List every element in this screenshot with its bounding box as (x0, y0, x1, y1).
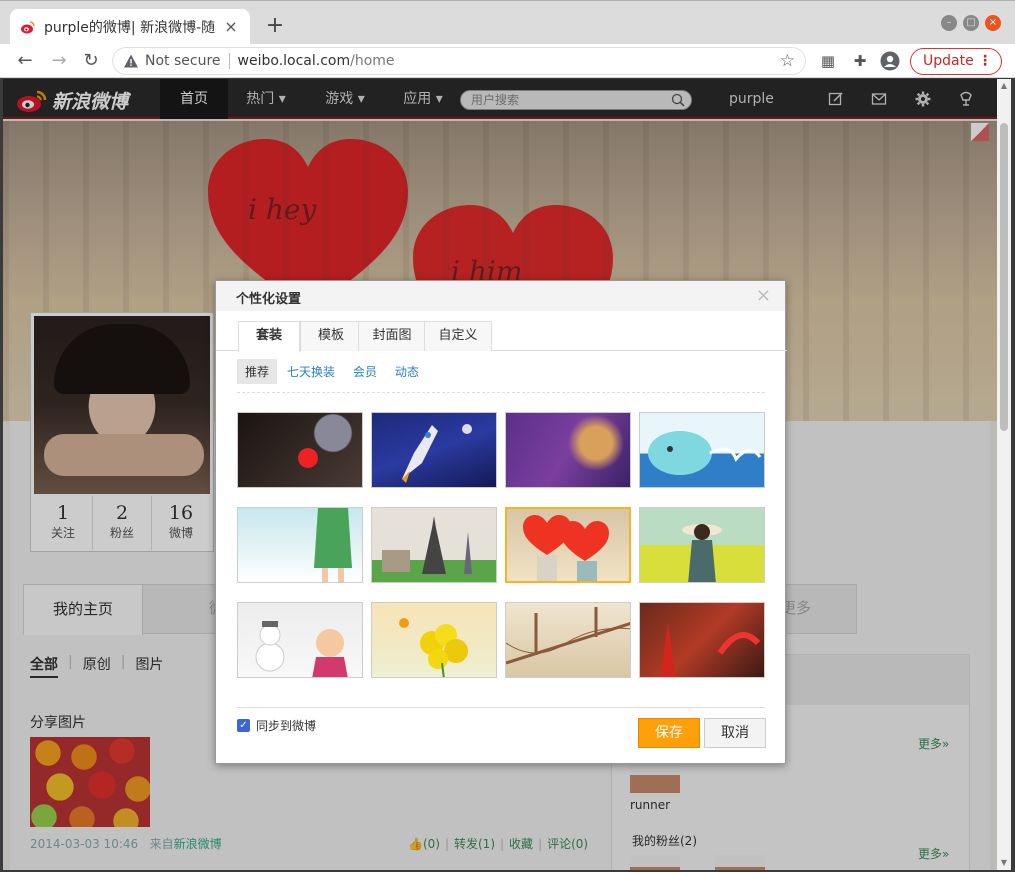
page-scrollbar[interactable]: ▲ ▼ (997, 79, 1011, 870)
theme-thumb-hearts-selected[interactable] (505, 507, 631, 583)
scroll-thumb[interactable] (1000, 123, 1008, 431)
scroll-up-icon[interactable]: ▲ (999, 81, 1009, 91)
warning-icon (124, 54, 138, 68)
subtab-member[interactable]: 会员 (345, 359, 385, 384)
sync-option[interactable]: ✓ 同步到微博 (237, 717, 316, 734)
page-viewport: 新浪微博 首页 热门 ▾ 游戏 ▾ 应用 ▾ 用户搜索 purple i hey… (3, 79, 997, 870)
subtab-recommended[interactable]: 推荐 (237, 359, 278, 384)
dress-figure (314, 508, 352, 582)
url-text[interactable]: weibo.local.com/home (238, 53, 780, 69)
dialog-tabs: 套装 模板 封面图 自定义 (216, 321, 787, 352)
subtab-animated[interactable]: 动态 (387, 359, 427, 384)
dialog-subtabs: 推荐 七天换装 会员 动态 (237, 359, 429, 384)
sync-label: 同步到微博 (256, 719, 317, 733)
tab-custom[interactable]: 自定义 (424, 321, 492, 351)
window-close-icon[interactable]: × (985, 15, 1001, 31)
bridge-icon (506, 607, 630, 665)
hearts-icon (523, 515, 609, 581)
url-host: weibo.local.com (237, 53, 351, 69)
theme-thumb-sunhat[interactable] (639, 507, 765, 583)
tab-title: purple的微博| 新浪微博-随 (44, 20, 216, 36)
theme-thumb-red-interior[interactable] (639, 602, 765, 678)
extensions-puzzle-icon[interactable]: ✚ (850, 51, 870, 71)
theme-thumb-rapeseed[interactable] (371, 602, 497, 678)
bookmark-star-icon[interactable]: ☆ (780, 51, 795, 71)
new-tab-button[interactable]: + (262, 14, 288, 40)
dialog-title: 个性化设置 (236, 292, 302, 307)
theme-thumb-purple-lights[interactable] (505, 412, 631, 488)
back-arrow-icon[interactable]: ← (14, 50, 36, 72)
tab-theme-suit[interactable]: 套装 (238, 321, 300, 352)
window-controls: – □ × (941, 15, 1001, 31)
forward-arrow-icon[interactable]: → (48, 50, 70, 72)
sync-checkbox[interactable]: ✓ (237, 719, 250, 732)
close-tab-icon[interactable]: × (222, 18, 240, 36)
not-secure-label: Not secure (145, 53, 221, 69)
theme-thumb-snowman[interactable] (237, 602, 363, 678)
snowman-icon (255, 621, 348, 677)
landmarks-icon (382, 516, 472, 574)
maximize-icon[interactable]: □ (963, 15, 979, 31)
close-icon[interactable]: × (756, 285, 771, 306)
cancel-button[interactable]: 取消 (704, 718, 766, 748)
dialog-footer-divider (237, 707, 765, 708)
browser-tab-bar: purple的微博| 新浪微博-随 × + – □ × (0, 0, 1015, 45)
dialog-header: 个性化设置 × (216, 281, 785, 311)
scroll-down-icon[interactable]: ▼ (999, 858, 1009, 868)
red-interior-figure (660, 623, 761, 677)
profile-avatar-icon[interactable] (880, 51, 900, 71)
url-path: /home (350, 53, 395, 69)
browser-menu-icon[interactable]: ⋮ (978, 49, 992, 74)
theme-thumb-bridge[interactable] (505, 602, 631, 678)
qr-code-icon[interactable]: ▦ (818, 51, 838, 71)
theme-thumb-landmarks[interactable] (371, 507, 497, 583)
theme-thumb-whale[interactable] (639, 412, 765, 488)
sunhat-figure (682, 524, 722, 582)
theme-thumb-green-dress[interactable] (237, 507, 363, 583)
browser-tab[interactable]: purple的微博| 新浪微博-随 × (10, 9, 250, 45)
minimize-icon[interactable]: – (941, 15, 957, 31)
tab-cover-image[interactable]: 封面图 (358, 321, 426, 351)
omnibox-separator (228, 53, 230, 69)
theme-thumb-raindrops[interactable] (237, 412, 363, 488)
reload-icon[interactable]: ↻ (80, 50, 102, 72)
save-button[interactable]: 保存 (638, 718, 700, 748)
tab-template[interactable]: 模板 (300, 321, 362, 351)
whale-icon (648, 431, 762, 475)
personalization-dialog: 个性化设置 × 套装 模板 封面图 自定义 推荐 七天换装 会员 动态 ✓ 同步… (215, 280, 787, 764)
weibo-favicon-icon (21, 21, 35, 34)
theme-thumb-rocket[interactable] (371, 412, 497, 488)
subtab-seven-day[interactable]: 七天换装 (279, 359, 343, 384)
rocket-icon (402, 424, 472, 483)
browser-toolbar: ← → ↻ Not secure weibo.local.com/home ☆ … (0, 44, 1015, 78)
dialog-divider (237, 392, 765, 393)
update-label: Update (923, 53, 974, 69)
address-bar[interactable]: Not secure weibo.local.com/home ☆ (112, 47, 806, 75)
update-button[interactable]: Update ⋮ (910, 48, 1002, 75)
rapeseed-flower (399, 618, 468, 677)
